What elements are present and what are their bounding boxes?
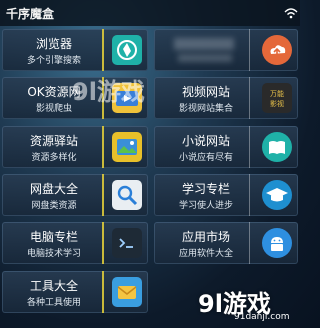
divider xyxy=(102,126,104,168)
terminal-icon xyxy=(112,228,142,258)
mail-icon xyxy=(112,277,142,307)
card-title: 网盘大全 xyxy=(29,182,78,196)
card-blurred[interactable] xyxy=(154,29,298,71)
svg-text:万能: 万能 xyxy=(270,89,284,98)
cloud-upload-icon xyxy=(262,35,292,65)
divider xyxy=(249,222,250,264)
card-subtitle: 学习使人进步 xyxy=(178,201,233,211)
card-novel[interactable]: 小说网站 小说应有尽有 xyxy=(154,126,298,168)
card-title: 学习专栏 xyxy=(181,182,230,196)
search-icon xyxy=(112,180,142,210)
browser-icon xyxy=(112,35,142,65)
card-title: 电脑专栏 xyxy=(29,230,78,244)
card-video[interactable]: 视频网站 影视网站集合 万能 影视 xyxy=(154,77,298,119)
card-subtitle: 网盘类资源 xyxy=(31,201,77,211)
card-subtitle xyxy=(178,54,232,62)
app-title: 千序魔盒 xyxy=(6,7,55,21)
card-subtitle: 影视网站集合 xyxy=(178,104,233,114)
graduation-cap-icon xyxy=(262,180,292,210)
divider xyxy=(102,271,104,313)
svg-text:影视: 影视 xyxy=(270,99,284,108)
card-subtitle: 多个引擎搜索 xyxy=(26,56,81,66)
divider xyxy=(249,77,250,119)
card-browser[interactable]: 浏览器 多个引擎搜索 xyxy=(2,29,148,71)
watermark: 9l游戏 91danji.com xyxy=(198,284,298,328)
card-subtitle: 电脑技术学习 xyxy=(26,249,81,259)
title-bar: 千序魔盒 xyxy=(0,0,300,26)
divider xyxy=(249,174,250,216)
card-tools[interactable]: 工具大全 各种工具使用 xyxy=(2,271,148,313)
card-computer[interactable]: 电脑专栏 电脑技术学习 xyxy=(2,222,148,264)
divider xyxy=(249,126,250,168)
watermark-url: 91danji.com xyxy=(234,312,290,322)
divider xyxy=(102,174,104,216)
book-icon xyxy=(262,132,292,162)
wifi-icon xyxy=(284,8,298,19)
video-app-icon: 万能 影视 xyxy=(262,83,292,113)
card-market[interactable]: 应用市场 应用软件大全 xyxy=(154,222,298,264)
android-icon xyxy=(262,228,292,258)
card-title: 浏览器 xyxy=(35,37,72,51)
card-subtitle: 小说应有尽有 xyxy=(178,153,233,163)
card-title xyxy=(174,38,234,50)
card-netdisk[interactable]: 网盘大全 网盘类资源 xyxy=(2,174,148,216)
card-subtitle: 资源多样化 xyxy=(31,153,77,163)
card-title: 小说网站 xyxy=(181,134,230,148)
card-title: 视频网站 xyxy=(181,85,230,99)
card-subtitle: 各种工具使用 xyxy=(26,298,81,308)
card-study[interactable]: 学习专栏 学习使人进步 xyxy=(154,174,298,216)
image-icon xyxy=(112,132,142,162)
divider xyxy=(102,29,104,71)
divider xyxy=(102,222,104,264)
card-title: 资源驿站 xyxy=(29,134,78,148)
card-title: 应用市场 xyxy=(181,230,230,244)
card-subtitle: 应用软件大全 xyxy=(178,249,233,259)
divider xyxy=(249,29,250,71)
card-resource[interactable]: 资源驿站 资源多样化 xyxy=(2,126,148,168)
card-title: 工具大全 xyxy=(29,279,78,293)
center-watermark: 9l游戏 xyxy=(72,78,145,106)
